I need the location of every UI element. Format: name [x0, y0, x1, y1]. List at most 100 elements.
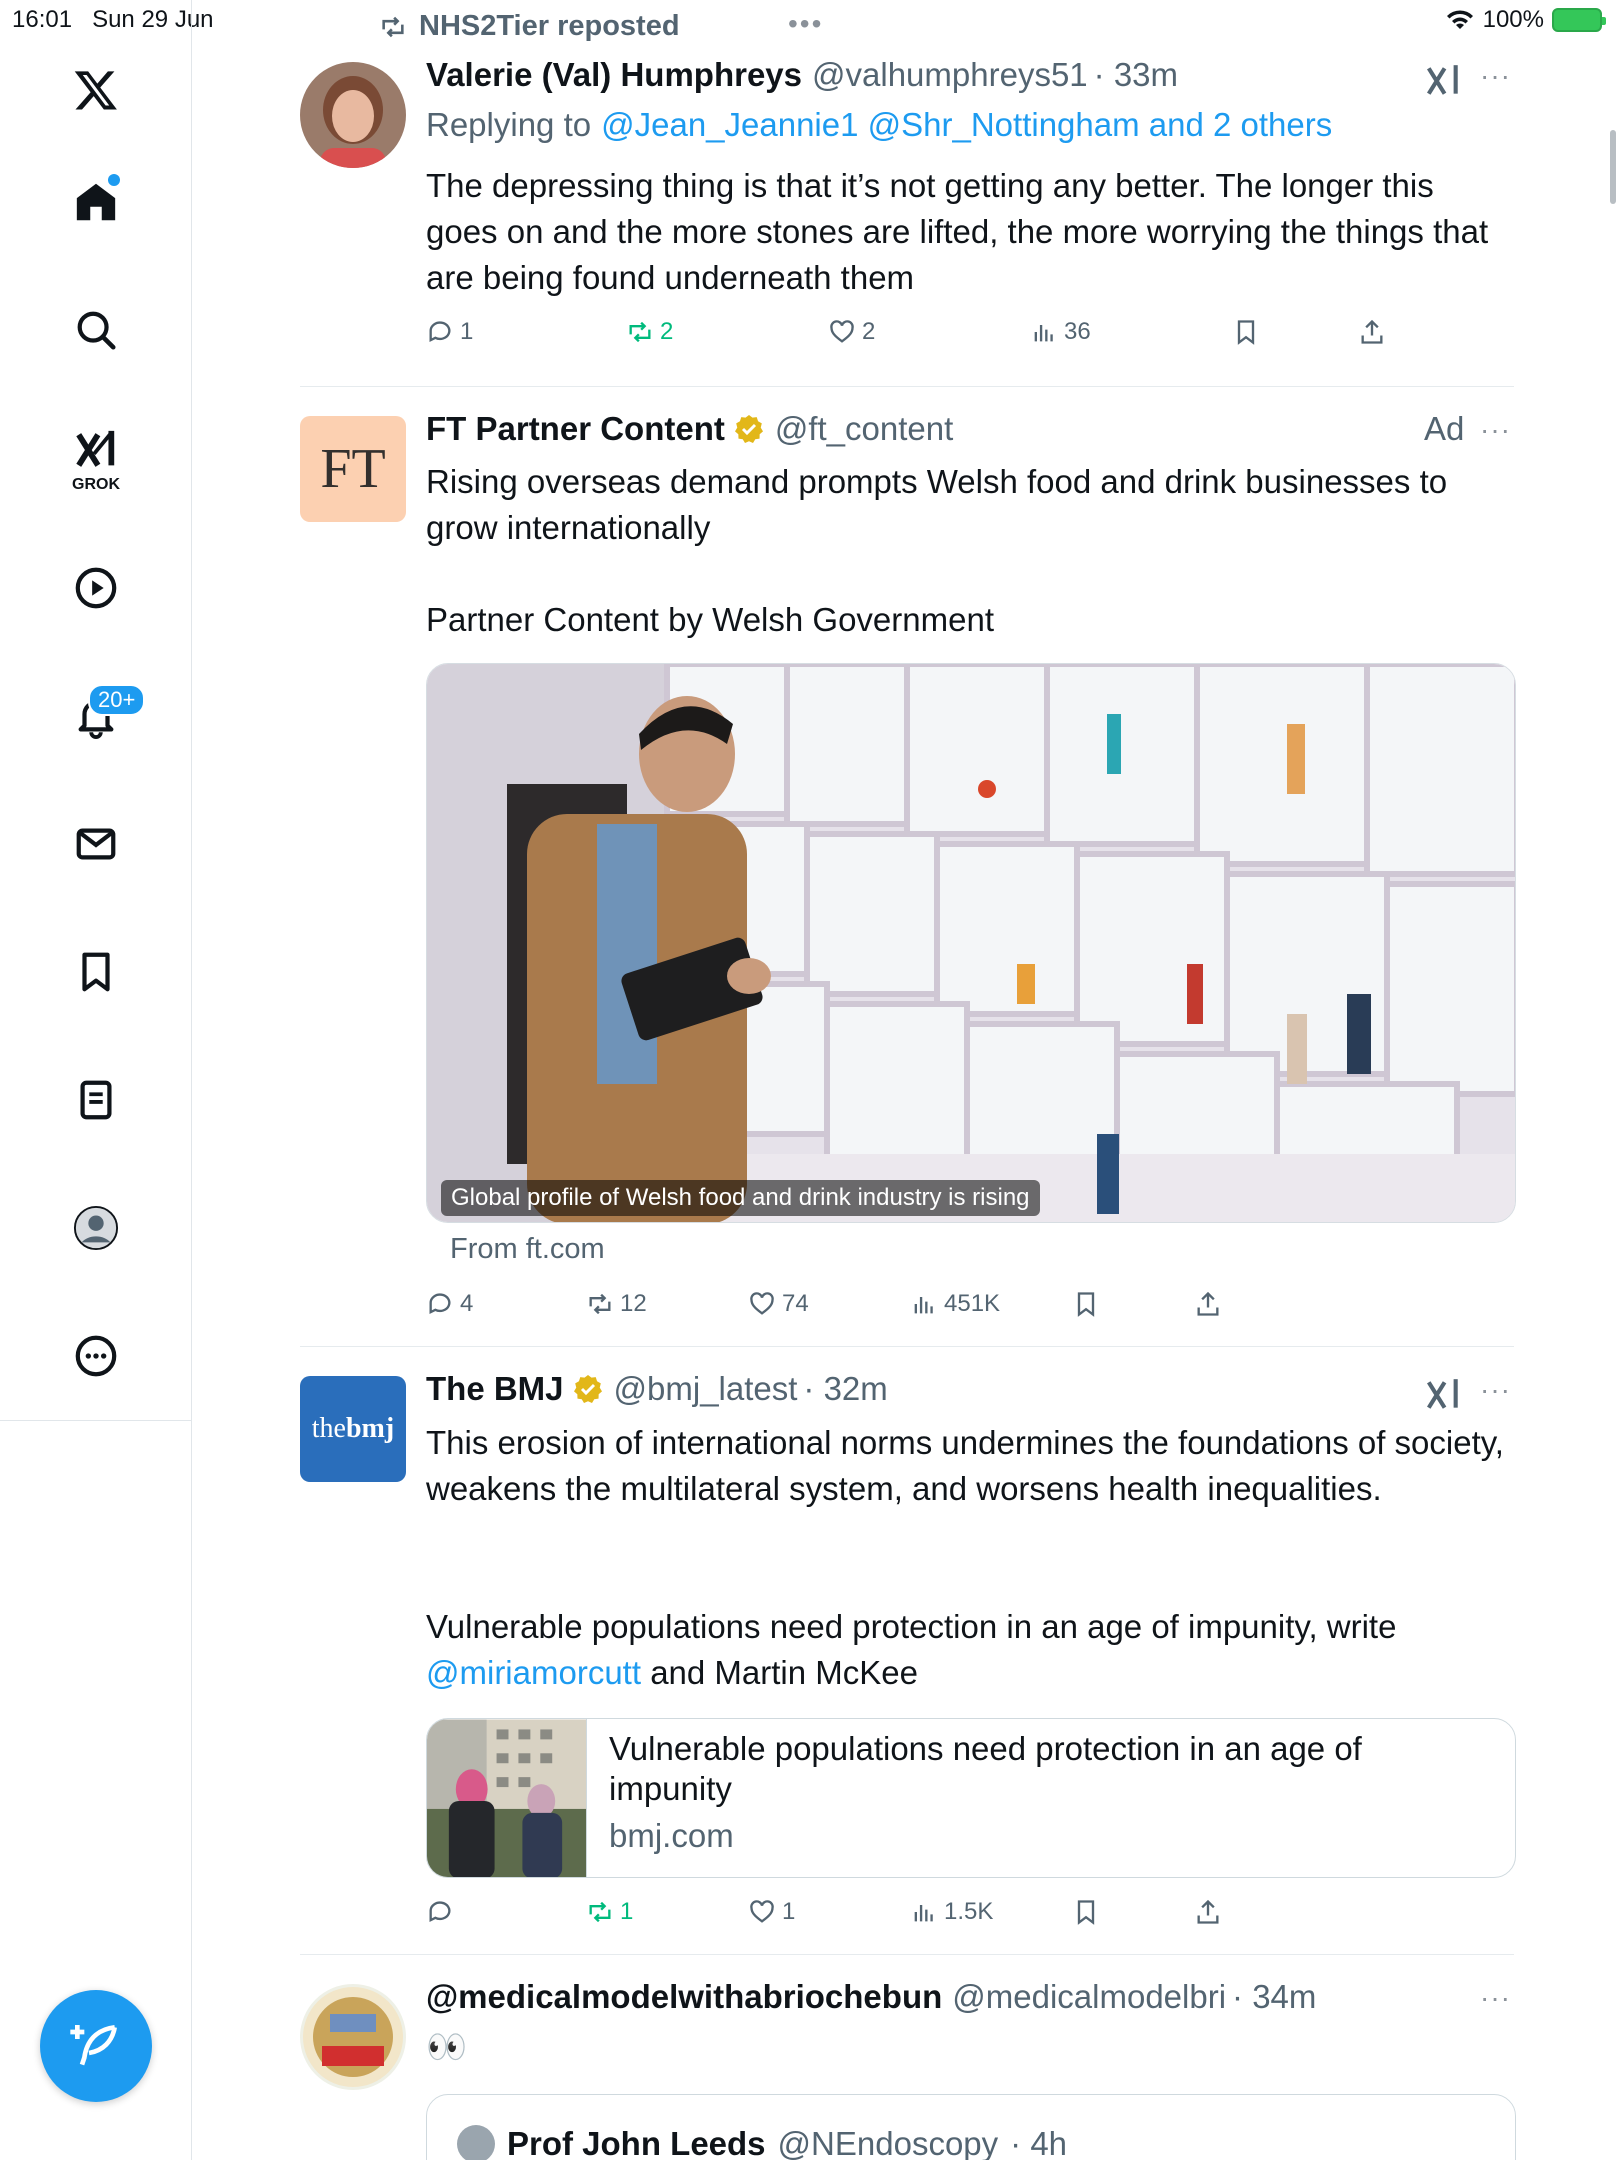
post-more-icon[interactable]: ··· — [1480, 414, 1511, 446]
bookmarks-icon[interactable] — [56, 932, 136, 1012]
views-button[interactable]: 36 — [1030, 318, 1091, 346]
search-icon[interactable] — [56, 290, 136, 370]
post-text-sponsor: Partner Content by Welsh Government — [426, 601, 994, 638]
like-button[interactable]: 74 — [748, 1290, 809, 1318]
post-more-icon[interactable]: ··· — [1480, 1374, 1511, 1406]
repost-button[interactable]: 2 — [626, 318, 673, 346]
author-handle[interactable]: @bmj_latest — [614, 1370, 798, 1408]
profile-avatar-icon[interactable] — [56, 1188, 136, 1268]
ad-source-link[interactable]: From ft.com — [450, 1233, 605, 1266]
view-count: 1.5K — [944, 1898, 994, 1925]
post-text-part: Vulnerable populations need protection i… — [426, 1608, 1397, 1645]
status-bar: 16:01 Sun 29 Jun ••• 100% — [0, 0, 1620, 40]
home-unread-dot — [108, 174, 120, 186]
scrollbar[interactable] — [1610, 130, 1616, 204]
repost-count: 2 — [660, 318, 674, 345]
multitasking-dots-icon[interactable]: ••• — [788, 8, 823, 40]
post-actions: 1 2 2 36 — [426, 318, 1516, 358]
author-name[interactable]: FT Partner Content — [426, 410, 725, 448]
bookmark-icon — [1077, 1900, 1095, 1925]
post-more-icon[interactable]: ··· — [1480, 60, 1511, 92]
author-name[interactable]: The BMJ — [426, 1370, 564, 1408]
author-name[interactable]: Valerie (Val) Humphreys — [426, 56, 802, 94]
like-count: 1 — [782, 1898, 796, 1925]
more-options-icon[interactable] — [56, 1316, 136, 1396]
repost-icon — [589, 1901, 611, 1923]
avatar-valerie[interactable] — [300, 62, 406, 168]
repost-button[interactable]: 1 — [586, 1898, 633, 1926]
avatar-medicalmodel[interactable] — [300, 1984, 406, 2090]
views-button[interactable]: 451K — [910, 1290, 1000, 1318]
post-more-icon[interactable]: ··· — [1480, 1982, 1511, 2014]
author-handle[interactable]: @ft_content — [775, 410, 953, 448]
home-icon[interactable] — [56, 162, 136, 242]
repost-icon — [589, 1293, 611, 1315]
media-caption: Global profile of Welsh food and drink i… — [441, 1180, 1040, 1216]
post-divider — [300, 1954, 1514, 1955]
like-count: 74 — [782, 1290, 809, 1317]
share-button[interactable] — [1358, 318, 1386, 346]
repost-by-label: NHS2Tier reposted — [419, 10, 680, 42]
share-icon — [1361, 319, 1383, 344]
link-card-title: Vulnerable populations need protection i… — [609, 1730, 1362, 1807]
link-card[interactable]: Vulnerable populations need protection i… — [426, 1718, 1516, 1878]
like-button[interactable]: 1 — [748, 1898, 795, 1926]
ad-label: Ad — [1424, 410, 1465, 447]
tweet-header: The BMJ @bmj_latest · 32m — [426, 1370, 888, 1408]
notifications-badge: 20+ — [88, 684, 146, 716]
avatar-bmj[interactable]: the bmj — [300, 1376, 406, 1482]
post-time[interactable]: · 34m — [1232, 1978, 1316, 2016]
link-card-domain: bmj.com — [609, 1817, 734, 1854]
battery-icon — [1552, 8, 1606, 32]
like-button[interactable]: 2 — [828, 318, 875, 346]
compose-post-button[interactable] — [40, 1990, 152, 2102]
bookmark-icon — [1077, 1292, 1095, 1317]
lists-icon[interactable] — [56, 1060, 136, 1140]
share-icon — [1197, 1291, 1219, 1316]
bookmark-button[interactable] — [1072, 1290, 1100, 1318]
quoted-post[interactable]: Prof John Leeds @NEndoscopy · 4h — [426, 2094, 1516, 2160]
quoted-post-header: Prof John Leeds @NEndoscopy · 4h — [457, 2125, 1067, 2160]
post-actions: 4 12 74 451K — [426, 1290, 1516, 1330]
share-button[interactable] — [1194, 1898, 1222, 1926]
bookmark-button[interactable] — [1232, 318, 1260, 346]
reply-button[interactable]: 1 — [426, 318, 473, 346]
x-logo-icon[interactable] — [56, 50, 136, 130]
reply-button[interactable] — [426, 1898, 460, 1926]
author-name[interactable]: @medicalmodelwithabriochebun — [426, 1978, 942, 2016]
bookmark-button[interactable] — [1072, 1898, 1100, 1926]
repost-count: 12 — [620, 1290, 647, 1317]
reply-button[interactable]: 4 — [426, 1290, 473, 1318]
welsh-food-display-photo — [427, 664, 1515, 1222]
post-time[interactable]: · 33m — [1094, 56, 1178, 94]
share-button[interactable] — [1194, 1290, 1222, 1318]
messages-envelope-icon[interactable] — [56, 804, 136, 884]
reply-icon — [429, 1901, 451, 1923]
avatar-ft[interactable]: FT — [300, 416, 406, 522]
views-button[interactable]: 1.5K — [910, 1898, 993, 1926]
views-chart-icon — [1034, 325, 1053, 342]
battery-percent: 100% — [1482, 6, 1544, 33]
repost-button[interactable]: 12 — [586, 1290, 647, 1318]
verified-gold-badge-icon — [573, 1375, 602, 1403]
author-handle[interactable]: @medicalmodelbri — [952, 1978, 1226, 2016]
quoted-author-handle: @NEndoscopy — [777, 2125, 999, 2160]
quoted-post-time: · 4h — [1010, 2125, 1068, 2160]
post-time[interactable]: · 32m — [803, 1370, 887, 1408]
video-icon[interactable] — [56, 548, 136, 628]
repost-indicator[interactable]: NHS2Tier reposted — [377, 10, 680, 43]
views-chart-icon — [914, 1297, 933, 1314]
author-handle[interactable]: @valhumphreys51 — [812, 56, 1088, 94]
reply-icon — [429, 1293, 451, 1315]
ad-media-image[interactable]: Global profile of Welsh food and drink i… — [426, 663, 1516, 1223]
heart-icon — [830, 320, 854, 343]
tweet-header: Valerie (Val) Humphreys @valhumphreys51 … — [426, 56, 1178, 94]
repost-icon — [382, 16, 404, 37]
grok-explain-icon[interactable] — [1424, 62, 1462, 100]
ft-logo-text: FT — [320, 438, 386, 500]
replying-to-links[interactable]: @Jean_Jeannie1 @Shr_Nottingham and 2 oth… — [601, 106, 1332, 144]
grok-explain-icon[interactable] — [1424, 1376, 1462, 1414]
post-actions: 1 1 1.5K — [426, 1898, 1516, 1938]
quoted-author-name: Prof John Leeds — [507, 2125, 766, 2160]
mention-link[interactable]: @miriamorcutt — [426, 1654, 641, 1691]
